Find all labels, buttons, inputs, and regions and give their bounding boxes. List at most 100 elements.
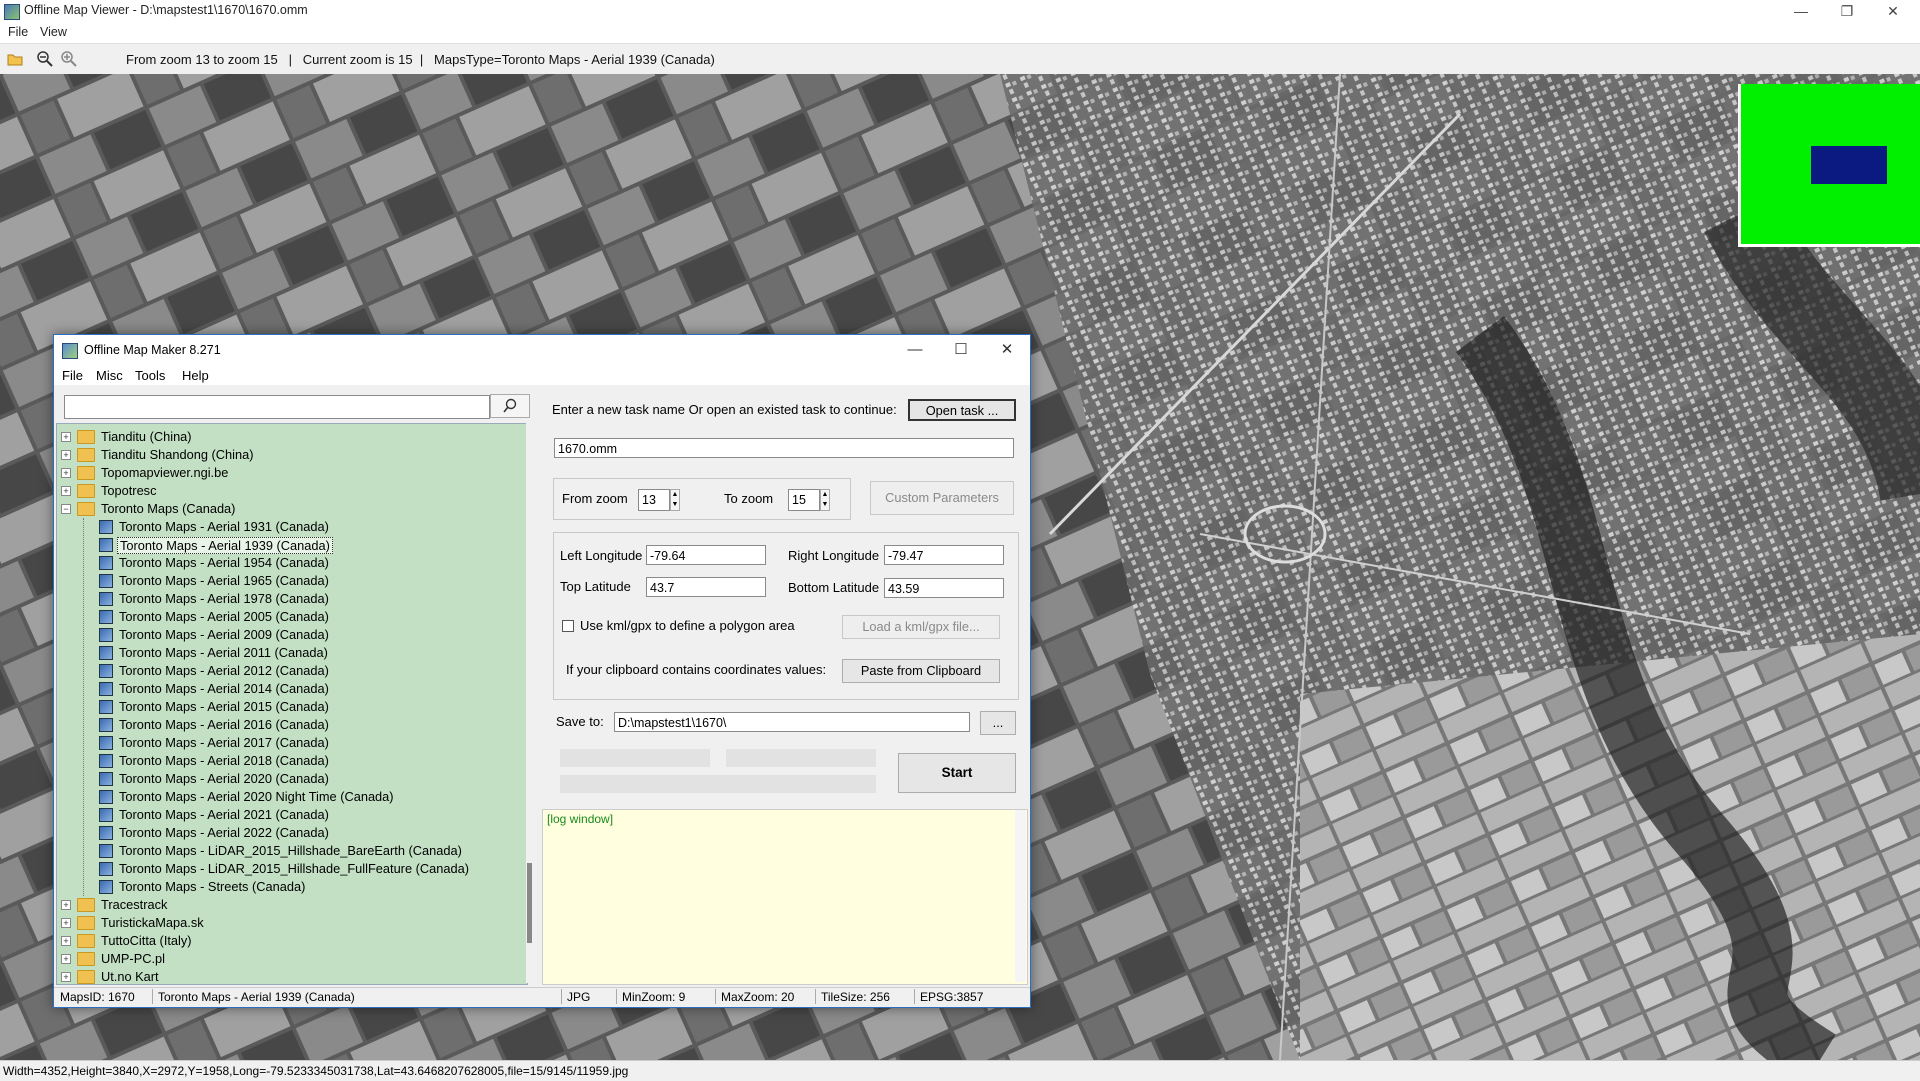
open-task-button[interactable]: Open task ... bbox=[908, 399, 1016, 421]
tree-guide-line bbox=[83, 518, 84, 896]
left-longitude-input[interactable]: -79.64 bbox=[646, 545, 766, 565]
load-kml-button[interactable]: Load a kml/gpx file... bbox=[842, 615, 1000, 639]
save-to-input[interactable]: D:\mapstest1\1670\ bbox=[614, 712, 970, 732]
tree-folder-item[interactable]: + Tianditu (China) bbox=[57, 428, 525, 446]
progress-bar-1 bbox=[560, 749, 710, 767]
close-button[interactable]: ✕ bbox=[1870, 0, 1916, 22]
tree-item-label: Toronto Maps - Aerial 2015 (Canada) bbox=[119, 699, 329, 714]
menu-file[interactable]: File bbox=[8, 25, 28, 39]
tree-map-item[interactable]: Toronto Maps - Aerial 1954 (Canada) bbox=[57, 554, 525, 572]
tree-map-item[interactable]: Toronto Maps - Streets (Canada) bbox=[57, 878, 525, 896]
tree-item-label: TuristickaMapa.sk bbox=[101, 915, 204, 930]
top-latitude-input[interactable]: 43.7 bbox=[646, 577, 766, 597]
from-zoom-input[interactable]: 13 bbox=[638, 489, 670, 511]
tree-folder-item[interactable]: + UMP-PC.pl bbox=[57, 950, 525, 968]
overview-map[interactable] bbox=[1738, 84, 1920, 247]
to-zoom-spinner[interactable]: ▲ ▼ bbox=[820, 489, 830, 511]
tree-item-label: Topotresc bbox=[101, 483, 157, 498]
tree-item-label: Toronto Maps - Aerial 1954 (Canada) bbox=[119, 555, 329, 570]
tree-map-item[interactable]: Toronto Maps - Aerial 2015 (Canada) bbox=[57, 698, 525, 716]
tree-map-item[interactable]: Toronto Maps - Aerial 1965 (Canada) bbox=[57, 572, 525, 590]
custom-parameters-button[interactable]: Custom Parameters bbox=[870, 481, 1014, 515]
log-scrollbar[interactable] bbox=[1015, 810, 1026, 982]
paste-clipboard-button[interactable]: Paste from Clipboard bbox=[842, 659, 1000, 683]
minimize-button[interactable]: — bbox=[1778, 0, 1824, 22]
tree-folder-item[interactable]: + Tracestrack bbox=[57, 896, 525, 914]
from-zoom-spinner[interactable]: ▲ ▼ bbox=[670, 489, 680, 511]
expand-icon[interactable]: + bbox=[61, 468, 71, 478]
tree-folder-item[interactable]: + Tianditu Shandong (China) bbox=[57, 446, 525, 464]
browse-button[interactable]: ... bbox=[980, 711, 1016, 735]
tree-scroll-thumb[interactable] bbox=[527, 863, 532, 943]
right-longitude-label: Right Longitude bbox=[788, 548, 880, 563]
zoom-in-icon[interactable] bbox=[60, 50, 78, 68]
expand-icon[interactable]: + bbox=[61, 954, 71, 964]
dialog-close-button[interactable]: ✕ bbox=[984, 335, 1030, 365]
tree-folder-item[interactable]: + Ut.no Kart bbox=[57, 968, 525, 984]
map-layer-icon bbox=[99, 682, 113, 696]
map-layer-icon bbox=[99, 790, 113, 804]
open-folder-icon[interactable] bbox=[6, 50, 24, 68]
tree-map-item[interactable]: Toronto Maps - Aerial 2017 (Canada) bbox=[57, 734, 525, 752]
window-titlebar: Offline Map Viewer - D:\mapstest1\1670\1… bbox=[0, 0, 1920, 22]
dialog-status-bar: MapsID: 1670 Toronto Maps - Aerial 1939 … bbox=[54, 987, 1030, 1006]
status-tile-size: TileSize: 256 bbox=[821, 990, 890, 1004]
tree-folder-item[interactable]: + Topotresc bbox=[57, 482, 525, 500]
right-longitude-input[interactable]: -79.47 bbox=[884, 545, 1004, 565]
zoom-out-icon[interactable] bbox=[36, 50, 54, 68]
dialog-minimize-button[interactable]: — bbox=[892, 335, 938, 365]
expand-icon[interactable]: + bbox=[61, 900, 71, 910]
dialog-maximize-button[interactable]: ☐ bbox=[938, 335, 984, 365]
tree-map-item[interactable]: Toronto Maps - Aerial 2016 (Canada) bbox=[57, 716, 525, 734]
tree-map-item[interactable]: Toronto Maps - Aerial 2020 (Canada) bbox=[57, 770, 525, 788]
collapse-icon[interactable]: − bbox=[61, 504, 71, 514]
dialog-menu-file[interactable]: File bbox=[62, 368, 83, 383]
tree-folder-item[interactable]: + Topomapviewer.ngi.be bbox=[57, 464, 525, 482]
dialog-menu-help[interactable]: Help bbox=[182, 368, 209, 383]
folder-icon bbox=[77, 952, 95, 966]
expand-icon[interactable]: + bbox=[61, 936, 71, 946]
use-kml-checkbox[interactable] bbox=[562, 620, 574, 632]
tree-item-label: Toronto Maps - Aerial 1931 (Canada) bbox=[119, 519, 329, 534]
tree-map-item[interactable]: Toronto Maps - Aerial 1939 (Canada) bbox=[57, 536, 525, 554]
overview-viewport-indicator[interactable] bbox=[1811, 146, 1887, 184]
expand-icon[interactable]: + bbox=[61, 918, 71, 928]
bottom-latitude-input[interactable]: 43.59 bbox=[884, 578, 1004, 598]
tree-map-item[interactable]: Toronto Maps - Aerial 2021 (Canada) bbox=[57, 806, 525, 824]
tree-folder-item[interactable]: + TuristickaMapa.sk bbox=[57, 914, 525, 932]
log-window[interactable]: [log window] bbox=[542, 809, 1028, 985]
tree-map-item[interactable]: Toronto Maps - Aerial 2012 (Canada) bbox=[57, 662, 525, 680]
tree-map-item[interactable]: Toronto Maps - LiDAR_2015_Hillshade_Full… bbox=[57, 860, 525, 878]
tree-map-item[interactable]: Toronto Maps - Aerial 2009 (Canada) bbox=[57, 626, 525, 644]
tree-item-label: Ut.no Kart bbox=[101, 969, 159, 984]
tree-folder-item[interactable]: − Toronto Maps (Canada) bbox=[57, 500, 525, 518]
map-layer-icon bbox=[99, 628, 113, 642]
menu-view[interactable]: View bbox=[40, 25, 67, 39]
tree-map-item[interactable]: Toronto Maps - Aerial 2018 (Canada) bbox=[57, 752, 525, 770]
folder-icon bbox=[77, 970, 95, 984]
tree-map-item[interactable]: Toronto Maps - Aerial 1978 (Canada) bbox=[57, 590, 525, 608]
tree-folder-item[interactable]: + TuttoCitta (Italy) bbox=[57, 932, 525, 950]
dialog-title: Offline Map Maker 8.271 bbox=[84, 343, 221, 357]
expand-icon[interactable]: + bbox=[61, 486, 71, 496]
expand-icon[interactable]: + bbox=[61, 450, 71, 460]
tree-map-item[interactable]: Toronto Maps - Aerial 2020 Night Time (C… bbox=[57, 788, 525, 806]
restore-button[interactable]: ❐ bbox=[1824, 0, 1870, 22]
dialog-menu-misc[interactable]: Misc bbox=[96, 368, 123, 383]
tree-map-item[interactable]: Toronto Maps - Aerial 2014 (Canada) bbox=[57, 680, 525, 698]
tree-scrollbar[interactable] bbox=[526, 423, 534, 983]
tree-map-item[interactable]: Toronto Maps - LiDAR_2015_Hillshade_Bare… bbox=[57, 842, 525, 860]
tree-map-item[interactable]: Toronto Maps - Aerial 2022 (Canada) bbox=[57, 824, 525, 842]
map-search-input[interactable] bbox=[64, 395, 490, 419]
tree-map-item[interactable]: Toronto Maps - Aerial 1931 (Canada) bbox=[57, 518, 525, 536]
start-button[interactable]: Start bbox=[898, 753, 1016, 793]
task-name-input[interactable]: 1670.omm bbox=[554, 438, 1014, 458]
expand-icon[interactable]: + bbox=[61, 432, 71, 442]
maps-tree[interactable]: + Tianditu (China) + Tianditu Shandong (Chi… bbox=[56, 423, 528, 985]
to-zoom-input[interactable]: 15 bbox=[788, 489, 820, 511]
tree-map-item[interactable]: Toronto Maps - Aerial 2011 (Canada) bbox=[57, 644, 525, 662]
expand-icon[interactable]: + bbox=[61, 972, 71, 982]
search-button[interactable] bbox=[490, 394, 530, 418]
dialog-menu-tools[interactable]: Tools bbox=[135, 368, 165, 383]
tree-map-item[interactable]: Toronto Maps - Aerial 2005 (Canada) bbox=[57, 608, 525, 626]
